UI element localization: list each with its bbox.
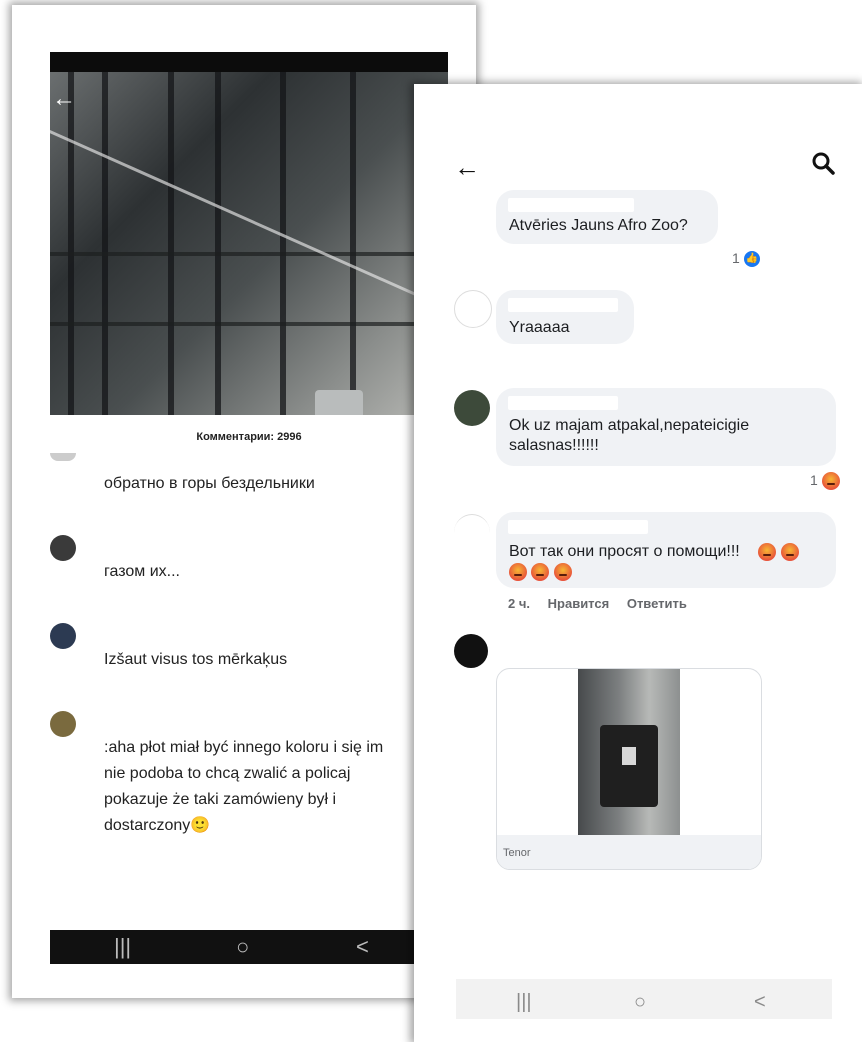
gif-attachment[interactable]: Tenor	[496, 668, 762, 870]
comment-text: Atvēries Jauns Afro Zoo?	[509, 217, 688, 234]
comment-actions: 2 ч. Нравится Ответить	[508, 596, 701, 611]
angry-reaction-icon	[821, 472, 840, 491]
comment-bubble[interactable]: Yraaaaa	[496, 290, 634, 344]
back-arrow-icon[interactable]: ←	[454, 152, 480, 183]
comment-bubble[interactable]: Atvēries Jauns Afro Zoo?	[496, 190, 718, 244]
avatar[interactable]	[50, 535, 76, 561]
system-navbar: ||| ○ <	[456, 979, 832, 1019]
recent-apps-button[interactable]: |||	[516, 991, 532, 1014]
avatar[interactable]	[454, 390, 490, 426]
emoji: 🙂	[190, 817, 211, 834]
avatar[interactable]	[454, 634, 488, 668]
video-player[interactable]	[50, 72, 448, 415]
commenter-name	[508, 198, 634, 212]
comment-text: Izšaut visus tos mērkaķus	[104, 651, 288, 668]
status-bar	[50, 52, 448, 72]
avatar[interactable]	[454, 514, 490, 551]
back-button[interactable]: <	[754, 991, 766, 1014]
comment-time: 2 ч.	[508, 596, 531, 611]
comment-bubble[interactable]: Вот так они просят о помощи!!!	[496, 512, 836, 588]
commenter-name	[508, 298, 618, 312]
avatar[interactable]	[50, 711, 76, 737]
comment-text: Ok uz majam atpakal,nepateicigie salasna…	[509, 417, 750, 454]
comment-text: обратно в горы бездельники	[104, 475, 315, 492]
recent-apps-button[interactable]: |||	[114, 934, 131, 960]
reaction-count[interactable]: 1 👍	[732, 250, 760, 268]
avatar[interactable]	[50, 623, 76, 649]
like-button[interactable]: Нравится	[548, 596, 610, 611]
reaction-count[interactable]: 1	[810, 472, 840, 491]
search-icon[interactable]	[810, 150, 836, 176]
comment-text: :aha płot miał być innego koloru i się i…	[104, 739, 384, 834]
comment-text: Вот так они просят о помощи!!!	[509, 542, 799, 582]
avatar[interactable]	[454, 290, 492, 328]
system-navbar: ||| ○ <	[50, 930, 448, 964]
comment-bubble[interactable]: Ok uz majam atpakal,nepateicigie salasna…	[496, 388, 836, 466]
avatar[interactable]	[50, 453, 76, 461]
comment-text: газом их...	[104, 563, 180, 580]
tiktok-screenshot: ← Комментарии: 2996 обратно в горы безде…	[12, 5, 476, 998]
home-button[interactable]: ○	[634, 991, 646, 1014]
back-button[interactable]: <	[356, 934, 369, 960]
commenter-name	[508, 520, 648, 534]
commenter-name	[508, 396, 618, 410]
reply-button[interactable]: Ответить	[627, 596, 687, 611]
comment-text: Yraaaaa	[509, 319, 570, 336]
like-reaction-icon: 👍	[743, 251, 760, 268]
back-arrow-icon[interactable]: ←	[52, 87, 76, 111]
home-button[interactable]: ○	[236, 934, 249, 960]
facebook-screenshot: ← Atvēries Jauns Afro Zoo? 1 👍 Yraaaaa O…	[414, 84, 862, 1042]
comments-count: Комментарии: 2996	[196, 431, 302, 443]
angry-emoji	[509, 562, 572, 581]
gif-image[interactable]	[578, 669, 680, 835]
angry-emoji	[758, 542, 799, 561]
gif-source-label: Tenor	[503, 847, 531, 859]
